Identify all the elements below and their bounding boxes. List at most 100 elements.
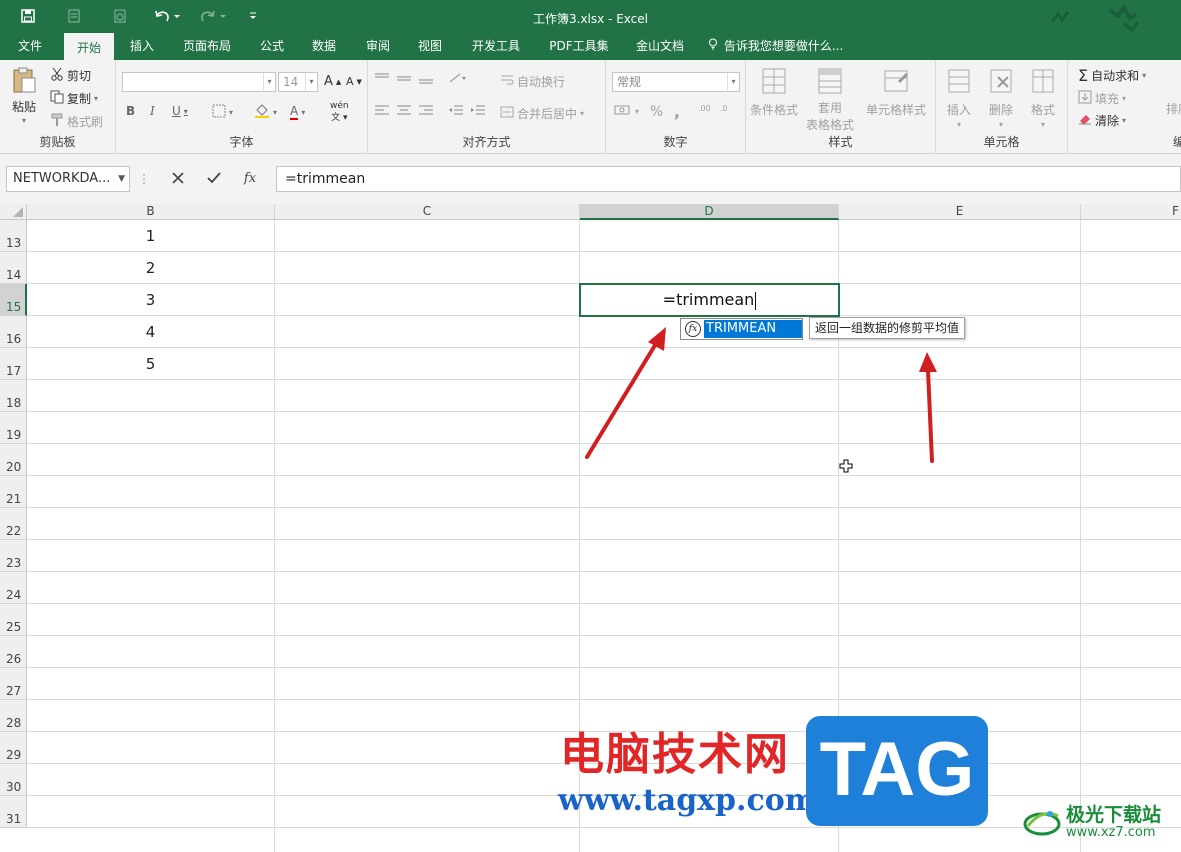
bold-button[interactable]: B [126,104,135,118]
tab-data[interactable]: 数据 [302,33,346,60]
function-description-tooltip: 返回一组数据的修剪平均值 [809,317,966,339]
font-size-dropdown[interactable]: 14 ▾ [278,72,318,92]
number-format-dropdown[interactable]: 常规 ▾ [612,72,740,92]
row-header-30[interactable]: 30 [0,764,27,796]
autosum-button[interactable]: Σ 自动求和 ▾ [1078,66,1146,85]
active-cell-d15[interactable]: =trimmean [579,283,840,317]
copy-button[interactable]: 复制 ▾ [50,90,98,107]
gridline [27,507,1181,508]
paste-button[interactable]: 粘贴 ▾ [10,66,38,125]
row-header-25[interactable]: 25 [0,604,27,636]
select-all-corner[interactable] [0,204,27,220]
format-painter-button[interactable]: 格式刷 [50,113,103,130]
merge-center-button[interactable]: 合并后居中 ▾ [500,105,584,122]
column-header-c[interactable]: C [275,204,580,220]
row-header-27[interactable]: 27 [0,668,27,700]
format-as-table-button[interactable]: 套用 表格格式 [806,66,854,133]
middle-align-button[interactable] [396,72,412,87]
insert-cells-button[interactable]: 插入 ▾ [944,66,974,129]
row-header-29[interactable]: 29 [0,732,27,764]
cell-b17[interactable]: 5 [27,349,274,380]
decrease-indent-icon [448,104,464,119]
tab-formulas[interactable]: 公式 [250,33,294,60]
decrease-indent-button[interactable] [448,104,464,119]
bottom-align-button[interactable] [418,72,434,87]
accounting-format-button[interactable]: ▾ [614,104,639,119]
cell-b14[interactable]: 2 [27,253,274,284]
gridline [27,827,1181,828]
format-cells-button[interactable]: 格式 ▾ [1028,66,1058,129]
align-top-icon [374,72,390,87]
tab-page-layout[interactable]: 页面布局 [174,33,240,60]
row-header-14[interactable]: 14 [0,252,27,284]
wrap-text-button[interactable]: 自动换行 [500,73,565,90]
tab-view[interactable]: 视图 [408,33,452,60]
fill-button[interactable]: 填充 ▾ [1078,90,1126,107]
column-header-f[interactable]: F [1081,204,1181,220]
row-header-22[interactable]: 22 [0,508,27,540]
row-header-13[interactable]: 13 [0,220,27,252]
row-header-19[interactable]: 19 [0,412,27,444]
tab-insert[interactable]: 插入 [120,33,164,60]
row-header-16[interactable]: 16 [0,316,27,348]
cell-b15[interactable]: 3 [27,285,274,316]
increase-indent-button[interactable] [470,104,486,119]
column-header-e[interactable]: E [839,204,1081,220]
grow-font-button[interactable]: A ▲ [324,74,341,89]
align-left-button[interactable] [374,104,390,119]
percent-button[interactable]: % [650,104,663,120]
row-header-17[interactable]: 17 [0,348,27,380]
conditional-formatting-button[interactable]: 条件格式 [750,66,798,118]
sort-filter-button[interactable]: 排序 [1166,100,1181,117]
tell-me-search[interactable]: 告诉我您想要做什么... [708,33,858,60]
row-header-20[interactable]: 20 [0,444,27,476]
row-header-26[interactable]: 26 [0,636,27,668]
tab-home[interactable]: 开始 [64,33,114,60]
alignment-group-label: 对齐方式 [462,135,511,149]
row-header-15[interactable]: 15 [0,284,27,316]
top-align-button[interactable] [374,72,390,87]
formula-bar: NETWORKDA... ▼ ⋮ fx =trimmean [0,154,1181,204]
align-center-button[interactable] [396,104,412,119]
cell-styles-button[interactable]: 单元格样式 [866,66,926,118]
font-name-dropdown[interactable]: ▾ [122,72,276,92]
autocomplete-item-trimmean[interactable]: fx TRIMMEAN [682,320,802,338]
clear-button[interactable]: 清除 ▾ [1078,112,1126,129]
group-editing: Σ 自动求和▾ 填充▾ 清除▾ 排序 编 [1068,60,1181,154]
row-header-28[interactable]: 28 [0,700,27,732]
column-header-d[interactable]: D [580,204,839,220]
tab-file[interactable]: 文件 [6,33,54,60]
row-header-23[interactable]: 23 [0,540,27,572]
row-header-31[interactable]: 31 [0,796,27,828]
orientation-button[interactable] [448,72,468,87]
fill-color-button[interactable]: ▾ [254,104,277,121]
insert-function-icon[interactable]: fx [234,166,266,192]
phonetic-button[interactable]: wén 文 ▾ [330,102,349,123]
increase-decimal-button[interactable]: .00 [698,104,711,113]
comma-button[interactable]: , [674,102,680,121]
decrease-decimal-button[interactable]: .0 [720,104,728,113]
font-color-button[interactable]: A ▾ [290,104,305,120]
function-autocomplete-list[interactable]: fx TRIMMEAN [680,318,803,340]
shrink-font-button[interactable]: A ▼ [346,75,362,88]
row-header-21[interactable]: 21 [0,476,27,508]
column-header-b[interactable]: B [27,204,275,220]
italic-button[interactable]: I [150,104,155,118]
underline-button[interactable]: U ▾ [172,104,188,118]
tab-kdocs[interactable]: 金山文档 [628,33,692,60]
tab-review[interactable]: 审阅 [356,33,400,60]
tab-developer[interactable]: 开发工具 [462,33,530,60]
row-header-18[interactable]: 18 [0,380,27,412]
row-header-24[interactable]: 24 [0,572,27,604]
enter-checkmark-icon[interactable] [198,166,230,192]
borders-button[interactable]: ▾ [212,104,233,121]
tab-pdf-tools[interactable]: PDF工具集 [540,33,618,60]
cell-b13[interactable]: 1 [27,221,274,252]
cut-button[interactable]: 剪切 [50,67,91,84]
delete-cells-button[interactable]: 删除 ▾ [986,66,1016,129]
formula-input[interactable]: =trimmean [276,166,1181,192]
cancel-entry-icon[interactable] [162,166,194,192]
name-box[interactable]: NETWORKDA... ▼ [6,166,130,192]
align-right-button[interactable] [418,104,434,119]
cell-b16[interactable]: 4 [27,317,274,348]
